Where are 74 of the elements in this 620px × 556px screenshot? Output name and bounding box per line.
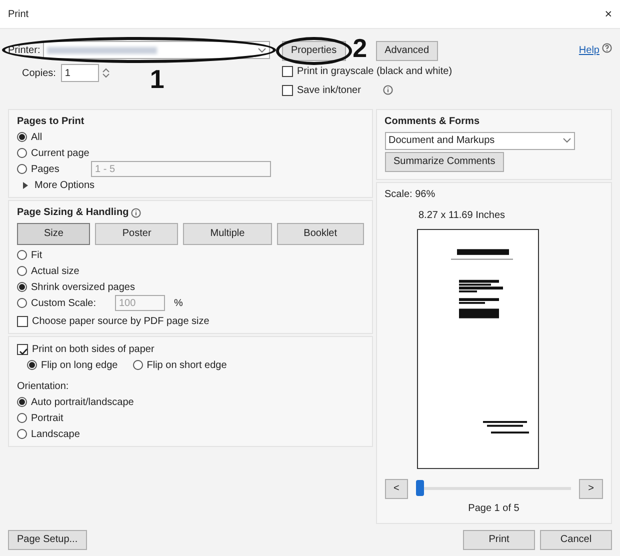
option-label[interactable]: Pages xyxy=(31,162,87,176)
section-title: Page Sizing & Handling xyxy=(17,206,129,220)
radio-button[interactable] xyxy=(17,266,27,276)
pages-field[interactable]: 1 - 5 xyxy=(91,161,271,177)
radio-button[interactable] xyxy=(17,413,27,423)
caret-icon xyxy=(562,138,570,143)
section-title: Pages to Print xyxy=(17,115,86,129)
radio-button[interactable] xyxy=(17,164,27,174)
properties-button[interactable]: Properties xyxy=(282,41,346,61)
radio-button[interactable] xyxy=(17,250,27,260)
triangle-icon[interactable] xyxy=(23,182,28,188)
cancel-button[interactable]: Cancel xyxy=(540,530,612,550)
checkbox-label[interactable]: Print on both sides of paper xyxy=(32,342,154,356)
page-size-label: 8.27 x 11.69 Inches xyxy=(418,208,506,222)
print-button[interactable]: Print xyxy=(463,530,535,550)
more-options-toggle[interactable]: More Options xyxy=(34,178,95,192)
option-label[interactable]: Flip on short edge xyxy=(146,358,227,372)
slider-thumb[interactable] xyxy=(416,480,424,496)
option-label[interactable]: Fit xyxy=(31,248,42,262)
copies-field[interactable]: 1 xyxy=(60,64,99,82)
option-label[interactable]: Shrink oversized pages xyxy=(31,280,135,294)
field-label: Orientation: xyxy=(17,380,70,394)
annotation-number: 2 xyxy=(352,35,368,61)
scale-field[interactable]: 100 xyxy=(115,295,165,311)
field-label: Printer: xyxy=(8,44,40,58)
checkbox-label[interactable]: Choose paper source by PDF page size xyxy=(32,314,210,328)
checkbox[interactable] xyxy=(282,84,293,96)
summarize-comments-button[interactable]: Summarize Comments xyxy=(384,152,504,172)
close-button[interactable]: × xyxy=(604,4,612,24)
option-label[interactable]: Flip on long edge xyxy=(41,358,118,372)
page-indicator: Page 1 of 5 xyxy=(467,502,520,516)
option-label[interactable]: Auto portrait/landscape xyxy=(31,394,134,410)
section-title: Comments & Forms xyxy=(384,115,481,129)
tab[interactable]: Size xyxy=(17,222,90,244)
page-setup-button[interactable]: Page Setup... xyxy=(8,530,87,550)
tab[interactable]: Poster xyxy=(95,222,178,244)
dropdown-value: Document and Markups xyxy=(388,134,495,148)
comments-dropdown[interactable]: Document and Markups xyxy=(384,132,574,150)
info-icon xyxy=(131,208,142,218)
radio-button[interactable] xyxy=(27,360,37,370)
checkbox[interactable] xyxy=(17,344,28,354)
spinner-icon[interactable] xyxy=(102,67,110,79)
radio-button[interactable] xyxy=(17,429,27,439)
help-link[interactable]: Help xyxy=(578,43,600,58)
help-icon xyxy=(602,43,612,53)
caret-icon xyxy=(258,48,266,52)
advanced-button[interactable]: Advanced xyxy=(376,41,438,61)
checkbox-label[interactable]: Print in grayscale (black and white) xyxy=(297,64,452,79)
option-label[interactable]: Portrait xyxy=(31,410,64,426)
option-label[interactable]: Actual size xyxy=(31,264,80,278)
option-label[interactable]: Custom Scale: xyxy=(31,296,111,310)
checkbox[interactable] xyxy=(282,66,293,77)
option-label[interactable]: Current page xyxy=(31,146,90,160)
scale-label: Scale: 96% xyxy=(384,188,436,202)
unit-label: % xyxy=(174,296,183,310)
radio-button[interactable] xyxy=(17,132,27,142)
checkbox[interactable] xyxy=(17,316,28,326)
option-label[interactable]: All xyxy=(31,130,42,144)
checkbox-label[interactable]: Save ink/toner xyxy=(297,82,361,98)
window-title: Print xyxy=(8,8,29,22)
radio-button[interactable] xyxy=(17,397,27,407)
radio-button[interactable] xyxy=(132,360,143,370)
annotation-number: 1 xyxy=(150,66,164,92)
tab[interactable]: Booklet xyxy=(276,222,364,244)
next-page-button[interactable]: > xyxy=(579,478,603,498)
printer-dropdown[interactable] xyxy=(42,41,270,59)
previous-page-button[interactable]: < xyxy=(384,478,408,498)
tab[interactable]: Multiple xyxy=(183,222,272,244)
info-icon xyxy=(382,85,393,95)
radio-button[interactable] xyxy=(17,282,27,292)
radio-button[interactable] xyxy=(17,148,27,158)
radio-button[interactable] xyxy=(17,298,27,308)
field-label: Copies: xyxy=(22,66,56,80)
option-label[interactable]: Landscape xyxy=(31,426,80,442)
